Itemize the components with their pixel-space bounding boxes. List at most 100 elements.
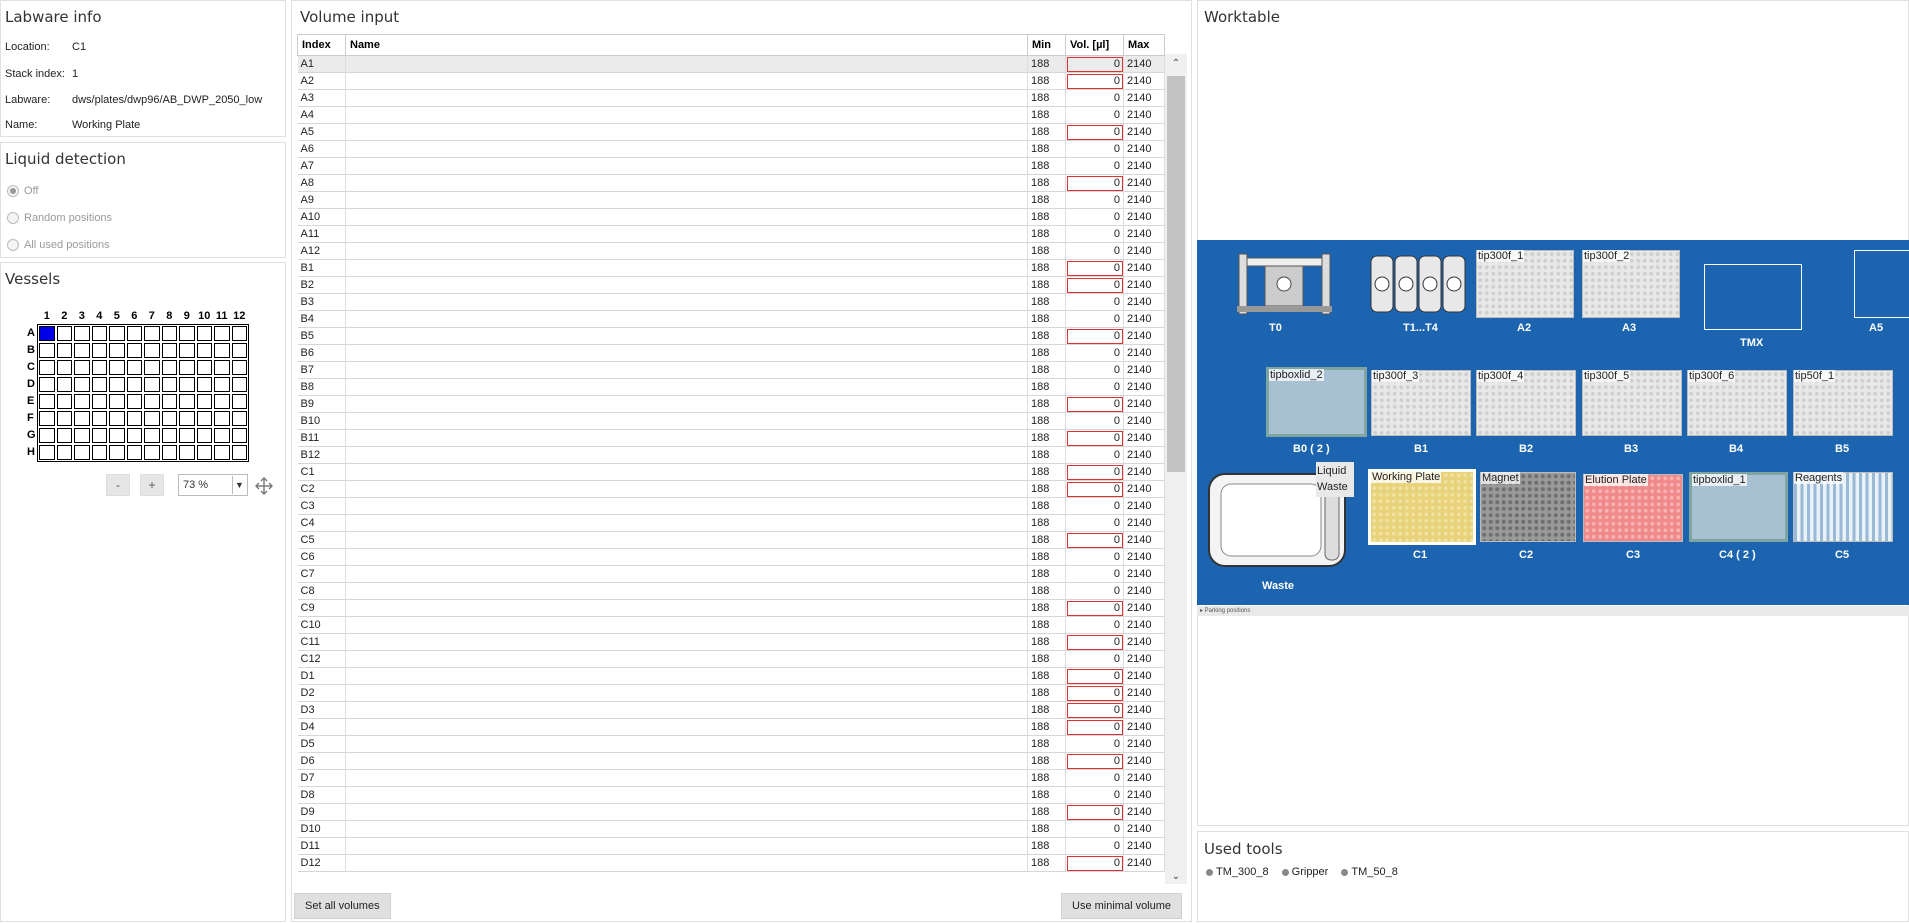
cell-name[interactable] (345, 854, 1028, 872)
cell-volume-input[interactable]: 0 (1065, 225, 1124, 243)
vessel-well[interactable] (126, 445, 142, 460)
vessel-well[interactable] (126, 394, 142, 409)
vessel-well[interactable] (39, 411, 55, 426)
labware-tip300f-3[interactable]: tip300f_3 (1371, 370, 1471, 436)
zoom-select[interactable]: 73 % ▼ (178, 474, 248, 496)
t0-rack-icon[interactable] (1237, 252, 1332, 316)
cell-volume-input[interactable]: 0 (1065, 208, 1124, 226)
scroll-up-icon[interactable]: ⌃ (1165, 58, 1187, 69)
vessel-well[interactable] (161, 428, 177, 443)
vessel-well[interactable] (74, 445, 90, 460)
cell-name[interactable] (345, 242, 1028, 260)
cell-volume-input[interactable]: 0 (1065, 72, 1124, 90)
cell-volume-input[interactable]: 0 (1065, 752, 1124, 770)
table-row[interactable]: C4 188 0 2140 (297, 514, 1165, 532)
vessel-well[interactable] (231, 428, 247, 443)
cell-volume-input[interactable]: 0 (1065, 735, 1124, 753)
cell-name[interactable] (345, 752, 1028, 770)
table-row[interactable]: B8 188 0 2140 (297, 378, 1165, 396)
radio-off[interactable]: Off (7, 185, 38, 197)
cell-volume-input[interactable]: 0 (1065, 293, 1124, 311)
vessel-well[interactable] (161, 411, 177, 426)
column-header-index[interactable]: Index (297, 34, 346, 56)
cell-name[interactable] (345, 378, 1028, 396)
t1-t4-rack-icon[interactable] (1369, 252, 1469, 316)
vessel-well[interactable] (179, 377, 195, 392)
table-row[interactable]: D2 188 0 2140 (297, 684, 1165, 702)
vessel-well[interactable] (56, 343, 72, 358)
cell-volume-input[interactable]: 0 (1065, 820, 1124, 838)
cell-name[interactable] (345, 667, 1028, 685)
table-row[interactable]: C9 188 0 2140 (297, 599, 1165, 617)
vessel-well[interactable] (109, 445, 125, 460)
vessel-well[interactable] (109, 377, 125, 392)
cell-volume-input[interactable]: 0 (1065, 327, 1124, 345)
vessel-well[interactable] (144, 360, 160, 375)
vessel-well[interactable] (161, 377, 177, 392)
scrollbar-thumb[interactable] (1167, 76, 1185, 472)
table-row[interactable]: A12 188 0 2140 (297, 242, 1165, 260)
cell-volume-input[interactable]: 0 (1065, 497, 1124, 515)
cell-name[interactable] (345, 293, 1028, 311)
cell-volume-input[interactable]: 0 (1065, 123, 1124, 141)
vessel-well[interactable] (109, 411, 125, 426)
vessel-well[interactable] (39, 360, 55, 375)
vessel-well[interactable] (231, 445, 247, 460)
cell-volume-input[interactable]: 0 (1065, 446, 1124, 464)
table-row[interactable]: C11 188 0 2140 (297, 633, 1165, 651)
table-row[interactable]: A11 188 0 2140 (297, 225, 1165, 243)
cell-volume-input[interactable]: 0 (1065, 191, 1124, 209)
vessel-well[interactable] (91, 326, 107, 341)
cell-name[interactable] (345, 735, 1028, 753)
table-row[interactable]: B10 188 0 2140 (297, 412, 1165, 430)
cell-volume-input[interactable]: 0 (1065, 480, 1124, 498)
table-row[interactable]: D6 188 0 2140 (297, 752, 1165, 770)
cell-volume-input[interactable]: 0 (1065, 378, 1124, 396)
table-row[interactable]: D1 188 0 2140 (297, 667, 1165, 685)
table-row[interactable]: C3 188 0 2140 (297, 497, 1165, 515)
cell-volume-input[interactable]: 0 (1065, 106, 1124, 124)
cell-name[interactable] (345, 599, 1028, 617)
cell-volume-input[interactable]: 0 (1065, 157, 1124, 175)
vessel-well[interactable] (196, 360, 212, 375)
vessel-well[interactable] (179, 360, 195, 375)
cell-name[interactable] (345, 497, 1028, 515)
cell-volume-input[interactable]: 0 (1065, 650, 1124, 668)
cell-name[interactable] (345, 480, 1028, 498)
vessel-well[interactable] (126, 377, 142, 392)
cell-name[interactable] (345, 157, 1028, 175)
vessel-well[interactable] (74, 394, 90, 409)
vessel-well[interactable] (179, 343, 195, 358)
vessel-well[interactable] (144, 394, 160, 409)
cell-name[interactable] (345, 803, 1028, 821)
vessel-well[interactable] (231, 411, 247, 426)
cell-name[interactable] (345, 548, 1028, 566)
vessel-well[interactable] (214, 343, 230, 358)
table-row[interactable]: A6 188 0 2140 (297, 140, 1165, 158)
vessel-well[interactable] (161, 326, 177, 341)
vessel-well[interactable] (74, 326, 90, 341)
vessel-well[interactable] (56, 360, 72, 375)
cell-name[interactable] (345, 174, 1028, 192)
cell-volume-input[interactable]: 0 (1065, 55, 1124, 73)
labware-tip300f-1[interactable]: tip300f_1 (1476, 250, 1574, 318)
cell-name[interactable] (345, 123, 1028, 141)
cell-name[interactable] (345, 769, 1028, 787)
vessel-well[interactable] (214, 326, 230, 341)
cell-name[interactable] (345, 701, 1028, 719)
table-row[interactable]: D4 188 0 2140 (297, 718, 1165, 736)
vessel-well[interactable] (196, 377, 212, 392)
table-row[interactable]: D3 188 0 2140 (297, 701, 1165, 719)
cell-volume-input[interactable]: 0 (1065, 616, 1124, 634)
vessel-well[interactable] (231, 377, 247, 392)
labware-tip300f-5[interactable]: tip300f_5 (1582, 370, 1682, 436)
cell-name[interactable] (345, 395, 1028, 413)
vessel-well[interactable] (161, 445, 177, 460)
cell-volume-input[interactable]: 0 (1065, 599, 1124, 617)
cell-volume-input[interactable]: 0 (1065, 140, 1124, 158)
cell-volume-input[interactable]: 0 (1065, 718, 1124, 736)
table-row[interactable]: D10 188 0 2140 (297, 820, 1165, 838)
vessel-well[interactable] (161, 360, 177, 375)
cell-name[interactable] (345, 327, 1028, 345)
vessel-well[interactable] (91, 394, 107, 409)
